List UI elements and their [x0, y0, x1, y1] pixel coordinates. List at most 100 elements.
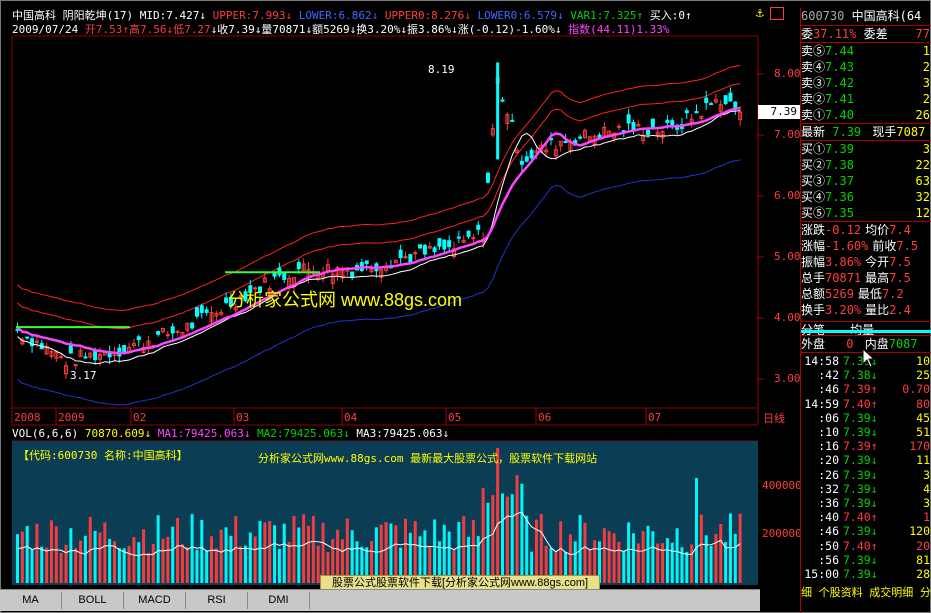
vol-value: 70870.609 [84, 427, 145, 440]
day-period-label[interactable]: 日线 [763, 412, 785, 425]
vol-axis-mid: 200000 [762, 527, 802, 540]
candle-body [156, 331, 161, 335]
price-chart[interactable] [0, 0, 931, 613]
volume-bar [699, 514, 703, 583]
buy-level-row[interactable]: 买①7.39 3 [801, 141, 931, 157]
vol-ma3: MA3:79425.063 [356, 427, 443, 440]
candle-body [675, 127, 680, 130]
time-axis-label: 2008 [14, 411, 41, 424]
quote-title: 600730 中国高科(64 [801, 8, 931, 24]
volume-bar [539, 514, 543, 583]
tab-boll[interactable]: BOLL [62, 592, 124, 609]
volume-bar [602, 528, 606, 583]
candle-body [413, 252, 418, 255]
volume-bar [122, 548, 126, 583]
volume-bar [185, 547, 189, 583]
sell-level-row[interactable]: 卖②7.41 2 [801, 91, 931, 107]
quote-panel: 600730 中国高科(64 委37.11% 委差 77 卖⑤7.44 1 卖④7.4… [800, 8, 931, 613]
volume-bar [268, 521, 272, 583]
volume-bar [559, 521, 563, 583]
volume-bar [137, 542, 141, 583]
time-axis-label: 04 [344, 411, 358, 424]
vol-ma1: MA1:79425.063 [157, 427, 244, 440]
tab-dmi[interactable]: DMI [248, 592, 310, 609]
buy-level-row[interactable]: 买②7.38 22 [801, 157, 931, 173]
volume-bar [583, 522, 587, 583]
volume-bar [404, 518, 407, 583]
time-axis-label: 06 [538, 411, 552, 424]
sell-level-row[interactable]: 卖⑤7.44 1 [801, 43, 931, 59]
volume-bar [190, 514, 194, 583]
candle-body [524, 156, 529, 162]
stat-row: 换手3.20% 量比2.4 [801, 303, 911, 317]
volume-bar [728, 513, 732, 583]
volume-bar [307, 525, 310, 583]
volume-bar [142, 529, 146, 583]
tick-row: :50 7.40↑ 20 [818, 538, 930, 553]
time-axis-label: 02 [133, 411, 147, 424]
tab-macd[interactable]: MACD [124, 592, 186, 609]
candle-body [723, 95, 728, 104]
volume-bar [631, 533, 635, 583]
tab-rsi[interactable]: RSI [186, 592, 248, 609]
volume-bar [627, 522, 631, 583]
volume-bar [273, 525, 277, 583]
stat-row: 总手70871 最高7.5 [801, 271, 911, 285]
candle-body [447, 240, 452, 248]
volume-bar [146, 552, 150, 583]
volume-bar [35, 523, 39, 583]
volume-bar [617, 541, 621, 583]
candle-body [25, 336, 30, 339]
vol-ma2: MA2:79425.063 [257, 427, 344, 440]
volume-bar [413, 521, 417, 583]
latest-row: 最新 7.39 现手7087 [801, 125, 926, 139]
volume-bar [651, 531, 655, 583]
sell-level-row[interactable]: 卖①7.40 26 [801, 107, 931, 123]
volume-bar [505, 496, 509, 583]
volume-bar [709, 545, 713, 583]
buy-level-row[interactable]: 买④7.36 32 [801, 189, 931, 205]
volume-bar [127, 545, 131, 583]
candle-body [709, 103, 714, 106]
sell-level-row[interactable]: 卖④7.43 2 [801, 59, 931, 75]
candle-body [199, 305, 204, 313]
volume-bar [219, 529, 223, 583]
candle-body [485, 172, 490, 183]
volume-bar [491, 495, 495, 583]
vol-watermark-left: 【代码:600730 名称:中国高科】 [18, 449, 188, 462]
candle-body [83, 356, 88, 359]
candle-body [350, 271, 355, 278]
volume-bar [195, 549, 199, 583]
volume-bar [30, 549, 34, 583]
candle-body [650, 118, 655, 129]
candle-body [398, 249, 403, 259]
volume-bar [462, 516, 466, 583]
candle-body [646, 129, 650, 135]
volume-bar [210, 536, 213, 583]
buy-level-row[interactable]: 买⑤7.35 12 [801, 205, 931, 221]
low-annotation: 3.17 [70, 369, 97, 382]
volume-bar [16, 534, 19, 583]
candle-body [670, 120, 675, 125]
candle-body [165, 334, 170, 337]
volume-bar [510, 494, 514, 583]
tick-row: :06 7.39↓ 45 [818, 410, 930, 425]
price-axis-label: 8.00 [774, 67, 801, 80]
time-axis-label: 2009 [58, 411, 85, 424]
panel-footer[interactable]: 细 个股资料 成交明细 分时走势 [801, 586, 931, 599]
candle-body [194, 307, 199, 317]
price-axis-label: 4.00 [774, 311, 801, 324]
volume-bar [607, 531, 611, 583]
volume-bar [156, 515, 160, 583]
candle-body [170, 326, 175, 334]
tab-ma[interactable]: MA [0, 592, 62, 609]
spike-candle [496, 62, 500, 160]
sell-level-row[interactable]: 卖③7.42 3 [801, 75, 931, 91]
volume-bar [321, 522, 325, 583]
volume-bar [714, 533, 718, 583]
buy-level-row[interactable]: 买③7.37 63 [801, 173, 931, 189]
candle-body [510, 119, 515, 122]
volume-bar [302, 514, 306, 583]
volume-bar [40, 546, 44, 583]
candle-body [408, 254, 413, 263]
